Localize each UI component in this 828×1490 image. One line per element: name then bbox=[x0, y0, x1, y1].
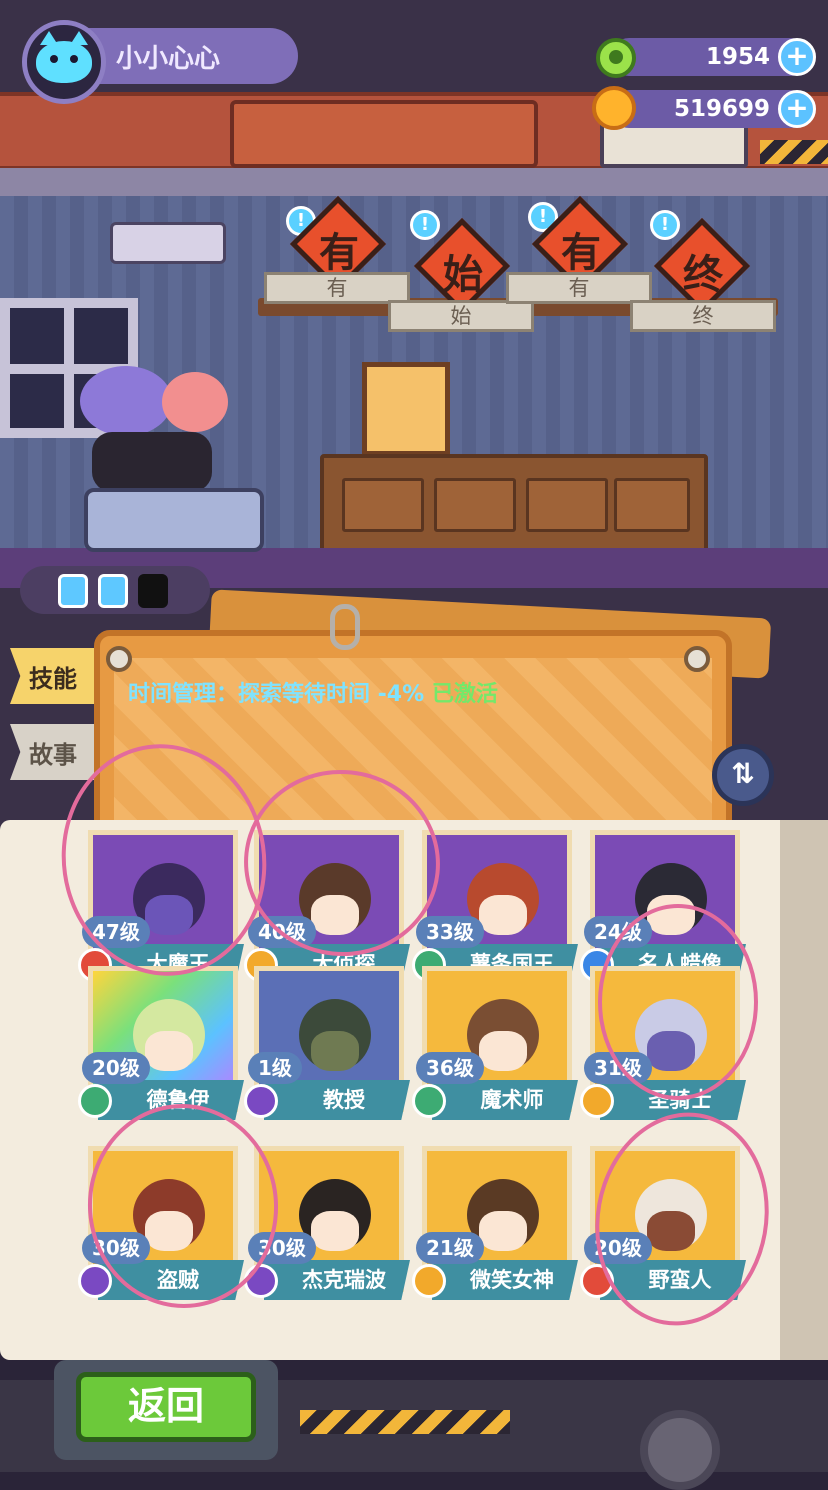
rarity-badge-icon bbox=[78, 1264, 112, 1298]
info-bubble-icon[interactable]: ! bbox=[410, 210, 440, 240]
desk-drawer bbox=[434, 478, 516, 532]
tab-skill[interactable]: 技能 bbox=[10, 648, 96, 704]
character-bodies bbox=[92, 432, 212, 492]
player-name: 小小心心 bbox=[116, 44, 221, 74]
hero-name: 教授 bbox=[323, 1088, 365, 1112]
avatar[interactable] bbox=[22, 20, 106, 104]
gear-icon bbox=[640, 1410, 720, 1490]
sign-plate: 终 bbox=[630, 300, 776, 332]
desk-drawer bbox=[342, 478, 424, 532]
hazard-stripe bbox=[300, 1410, 510, 1434]
rarity-badge-icon bbox=[412, 1084, 446, 1118]
coin-amount: 519699 bbox=[673, 96, 770, 122]
book-edge bbox=[780, 820, 828, 1360]
hero-name: 魔术师 bbox=[480, 1088, 544, 1112]
character-wizard-hat-icon[interactable] bbox=[80, 366, 172, 436]
info-bubble-icon[interactable]: ! bbox=[650, 210, 680, 240]
energy-cell-empty bbox=[138, 574, 168, 608]
cat-face-icon bbox=[36, 31, 92, 83]
picture-frame bbox=[362, 362, 450, 456]
tab-story[interactable]: 故事 bbox=[10, 724, 96, 780]
hero-level: 21级 bbox=[416, 1232, 484, 1264]
rarity-badge-icon bbox=[244, 1084, 278, 1118]
hero-name: 杰克瑞波 bbox=[302, 1268, 386, 1292]
pin-icon bbox=[684, 646, 710, 672]
pink-circle-mark bbox=[598, 904, 758, 1100]
projector-icon bbox=[110, 222, 226, 264]
sign-char: 有 bbox=[561, 230, 601, 276]
energy-cell-icon bbox=[98, 574, 128, 608]
skill-description: 时间管理：探索等待时间 -4% 已激活 bbox=[128, 676, 498, 708]
hero-card[interactable]: 20级 德鲁伊 bbox=[78, 966, 244, 1126]
sign-plate: 始 bbox=[388, 300, 534, 332]
skill-status: 已激活 bbox=[431, 682, 498, 707]
hero-name: 微笑女神 bbox=[470, 1268, 554, 1292]
swap-button[interactable]: ⇅ bbox=[712, 744, 774, 806]
paper-clip-icon bbox=[330, 604, 360, 650]
pin-icon bbox=[106, 646, 132, 672]
rarity-badge-icon bbox=[412, 1264, 446, 1298]
add-gems-button[interactable]: + bbox=[778, 38, 816, 76]
hero-level: 33级 bbox=[416, 916, 484, 948]
hero-card[interactable]: 21级 微笑女神 bbox=[412, 1146, 578, 1306]
hero-level: 20级 bbox=[82, 1052, 150, 1084]
sign-char: 始 bbox=[443, 252, 483, 298]
hero-level: 1级 bbox=[248, 1052, 302, 1084]
desk bbox=[320, 454, 708, 558]
desk-drawer bbox=[526, 478, 608, 532]
hero-card[interactable]: 36级 魔术师 bbox=[412, 966, 578, 1126]
machine-panel bbox=[230, 100, 538, 168]
machine-pedestal bbox=[84, 488, 264, 552]
desk-drawer bbox=[614, 478, 690, 532]
add-coins-button[interactable]: + bbox=[778, 90, 816, 128]
character-pink-hair-icon[interactable] bbox=[162, 372, 228, 432]
gem-amount: 1954 bbox=[705, 44, 770, 70]
rarity-badge-icon bbox=[580, 1084, 614, 1118]
back-button[interactable]: 返回 bbox=[76, 1372, 256, 1442]
rarity-badge-icon bbox=[78, 1084, 112, 1118]
hazard-stripe bbox=[760, 140, 828, 164]
hero-card[interactable]: 1级 教授 bbox=[244, 966, 410, 1126]
sign-char: 有 bbox=[319, 230, 359, 276]
energy-cell-icon bbox=[58, 574, 88, 608]
hero-level: 36级 bbox=[416, 1052, 484, 1084]
skill-text: 时间管理：探索等待时间 -4% bbox=[128, 682, 425, 707]
sign-char: 终 bbox=[683, 252, 723, 298]
hero-card[interactable]: 30级 杰克瑞波 bbox=[244, 1146, 410, 1306]
